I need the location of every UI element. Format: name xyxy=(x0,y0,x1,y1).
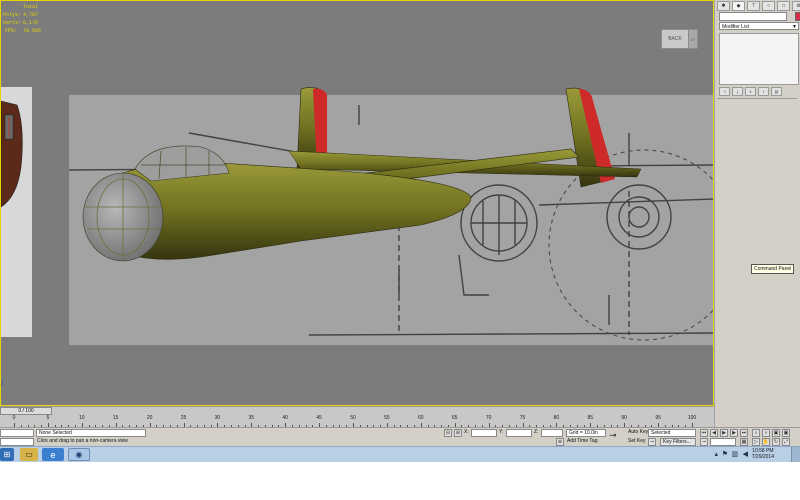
orbit-icon[interactable]: ↻ xyxy=(772,438,780,446)
track-bar-label: 55 xyxy=(384,415,390,421)
track-bar-label: 85 xyxy=(587,415,594,421)
object-color-swatch[interactable] xyxy=(795,12,800,21)
previous-frame-icon[interactable]: ◀ xyxy=(710,429,718,437)
status-bar: None Selected Click and drag to pan a no… xyxy=(0,427,800,446)
y-coordinate-field[interactable] xyxy=(506,429,532,437)
modify-tab-icon[interactable]: ◆ xyxy=(732,1,745,11)
track-bar-label: 95 xyxy=(655,415,661,421)
internet-explorer-icon[interactable]: e xyxy=(42,448,64,461)
utilities-tab-icon[interactable]: ⚙ xyxy=(792,1,800,11)
command-panel-tabs: ✱ ◆ ⊤ ○ □ ⚙ xyxy=(717,1,800,11)
track-bar-label: 40 xyxy=(282,415,288,421)
time-configuration-icon[interactable]: ▦ xyxy=(740,438,748,446)
track-bar-label: 20 xyxy=(146,415,153,421)
make-unique-icon[interactable]: ∨ xyxy=(745,87,756,96)
3ds-max-taskbar-icon[interactable]: ◉ xyxy=(68,448,90,461)
modifier-stack[interactable] xyxy=(719,33,799,85)
pan-icon[interactable]: ✋ xyxy=(762,438,770,446)
track-bar-label: 65 xyxy=(451,415,458,421)
key-icon[interactable]: ⊸ xyxy=(609,431,617,440)
clock-date: 7/29/2014 xyxy=(751,454,774,460)
key-mode-icon[interactable]: ⊸ xyxy=(700,438,708,446)
track-bar[interactable]: 0 5 10 15 20 25 30 35 40 45 50 55 60 65 70 75 80 85 90 95 10… xyxy=(0,415,714,427)
maxscript-output-field[interactable] xyxy=(0,438,34,446)
zoom-extents-icon[interactable]: ▣ xyxy=(772,429,780,437)
maxscript-listener-field[interactable] xyxy=(0,429,34,437)
grid-size: Grid = 10.0in xyxy=(566,429,606,437)
object-name-field[interactable] xyxy=(719,12,787,21)
track-bar-label: 90 xyxy=(621,415,627,421)
hierarchy-tab-icon[interactable]: ⊤ xyxy=(747,1,760,11)
time-tag-icon[interactable]: ⊛ xyxy=(556,438,564,446)
system-clock[interactable]: 10:58 PM 7/29/2014 xyxy=(752,448,774,460)
field-of-view-icon[interactable]: ▷ xyxy=(752,438,760,446)
add-time-tag[interactable]: Add Time Tag xyxy=(567,438,597,445)
time-slider[interactable]: 0 / 100 xyxy=(0,407,52,415)
track-bar-label: 35 xyxy=(248,415,255,421)
goto-start-icon[interactable]: ⏮ xyxy=(700,429,708,437)
track-bar-label: 60 xyxy=(418,415,424,421)
motion-tab-icon[interactable]: ○ xyxy=(762,1,775,11)
tray-volume-icon[interactable]: ◀ xyxy=(743,450,748,458)
zoom-all-icon[interactable]: ⌕ xyxy=(762,429,770,437)
track-bar-label: 30 xyxy=(214,415,221,421)
track-bar-label: 10 xyxy=(79,415,85,421)
track-bar-label: 5 xyxy=(46,415,50,421)
aircraft-model[interactable] xyxy=(1,1,714,406)
create-tab-icon[interactable]: ✱ xyxy=(717,1,730,11)
display-tab-icon[interactable]: □ xyxy=(777,1,790,11)
windows-taskbar: ⊞ ▭ e ◉ ▴ ⚑ ▥ ◀ 10:58 PM 7/29/2014 xyxy=(0,446,800,462)
axis-tripod-icon: / xyxy=(1,379,4,388)
remove-modifier-icon[interactable]: ǀ xyxy=(758,87,769,96)
auto-key-button[interactable]: Auto Key xyxy=(628,429,648,436)
time-slider-track[interactable]: 0 / 100 xyxy=(0,406,714,415)
file-explorer-icon[interactable]: ▭ xyxy=(20,448,38,461)
selection-status: None Selected xyxy=(36,429,146,437)
modifier-list-label: Modifier List xyxy=(722,24,749,30)
maximize-viewport-icon[interactable]: ⤢ xyxy=(782,438,790,446)
key-icon[interactable]: ⊸ xyxy=(648,438,656,446)
show-desktop-button[interactable] xyxy=(791,447,800,462)
prompt-line: Click and drag to pan a non-camera view xyxy=(37,438,128,444)
track-bar-label: 75 xyxy=(519,415,526,421)
zoom-icon[interactable]: ⌕ xyxy=(752,429,760,437)
current-frame-field[interactable] xyxy=(710,438,736,446)
key-mode-dropdown[interactable]: Selected xyxy=(648,429,696,437)
track-bar-label: 45 xyxy=(316,415,322,421)
key-filters-button[interactable]: Key Filters... xyxy=(660,438,696,446)
tray-expand-icon[interactable]: ▴ xyxy=(714,450,718,458)
show-end-result-icon[interactable]: | xyxy=(732,87,743,96)
tray-network-icon[interactable]: ▥ xyxy=(731,450,738,458)
track-bar-label: 70 xyxy=(485,415,492,421)
command-panel-tooltip: Command Panel xyxy=(751,264,795,274)
set-key-button[interactable]: Set Key xyxy=(628,438,646,445)
stack-controls: ⊣ | ∨ ǀ ▤ xyxy=(719,87,782,96)
tray-flag-icon[interactable]: ⚑ xyxy=(722,450,728,458)
track-bar-label: 25 xyxy=(180,415,187,421)
z-coordinate-field[interactable] xyxy=(541,429,563,437)
panel-divider xyxy=(717,98,797,99)
perspective-viewport[interactable]: Total Polys: 4,707 Verts: 6,176 FPS: 70.595… xyxy=(0,0,714,406)
pin-stack-icon[interactable]: ⊣ xyxy=(719,87,730,96)
modifier-list-dropdown[interactable]: Modifier List ▼ xyxy=(719,22,799,30)
transform-mode-icon[interactable]: ⊞ xyxy=(454,429,462,437)
selection-lock-icon[interactable]: ⊟ xyxy=(444,429,452,437)
track-bar-label: 0 xyxy=(12,415,16,421)
next-frame-icon[interactable]: ▶ xyxy=(730,429,738,437)
goto-end-icon[interactable]: ⏭ xyxy=(740,429,748,437)
configure-modifier-sets-icon[interactable]: ▤ xyxy=(771,87,782,96)
zoom-extents-all-icon[interactable]: ▣ xyxy=(782,429,790,437)
x-coordinate-field[interactable] xyxy=(471,429,497,437)
play-icon[interactable]: ▶ xyxy=(720,429,728,437)
chevron-down-icon: ▼ xyxy=(792,24,797,30)
track-bar-label: 50 xyxy=(350,415,356,421)
command-panel: ✱ ◆ ⊤ ○ □ ⚙ Modifier List ▼ ⊣ | ∨ ǀ ▤ xyxy=(714,0,800,446)
track-bar-label: 15 xyxy=(112,415,119,421)
track-bar-label: 100 xyxy=(687,415,697,421)
track-bar-label: 80 xyxy=(553,415,560,421)
start-button-icon[interactable]: ⊞ xyxy=(0,448,14,461)
